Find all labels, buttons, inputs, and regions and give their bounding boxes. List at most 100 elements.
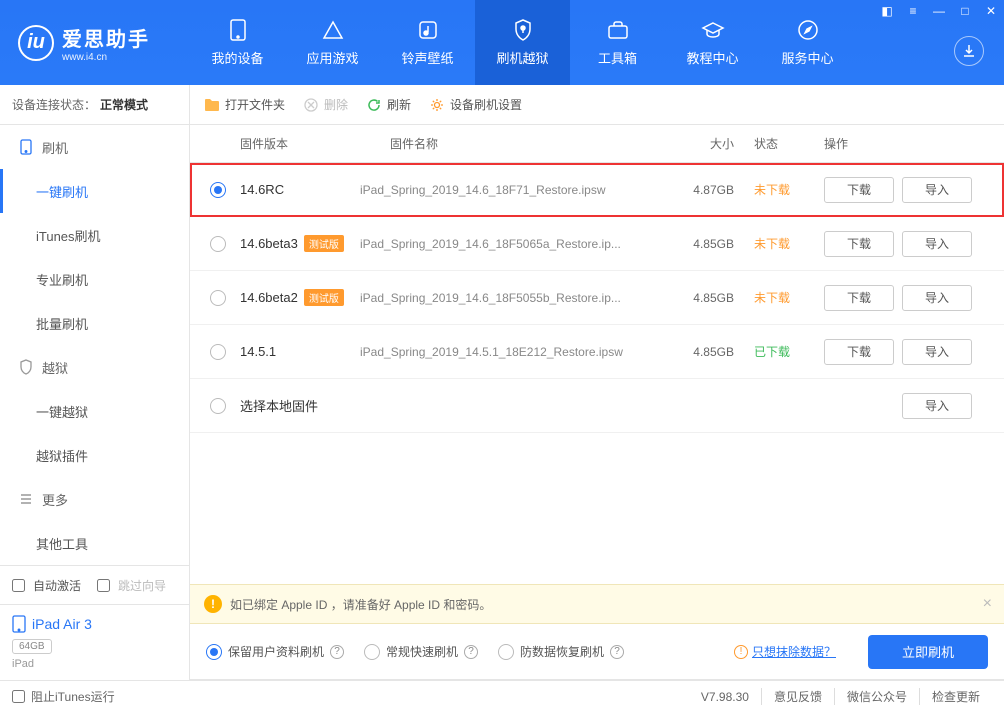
sidebar-category[interactable]: 越狱: [0, 345, 189, 389]
category-icon: [18, 491, 34, 507]
window-theme-icon[interactable]: ◧: [874, 0, 900, 22]
nav-tab-service[interactable]: 服务中心: [760, 0, 855, 85]
notice-close-button[interactable]: ×: [983, 595, 992, 613]
firmware-version: 14.5.1: [240, 344, 360, 359]
device-name[interactable]: iPad Air 3: [12, 615, 177, 633]
app-header: iu 爱思助手 www.i4.cn 我的设备 应用游戏 铃声壁纸 刷机越狱 工具…: [0, 0, 1004, 85]
firmware-row[interactable]: 14.6beta3测试版 iPad_Spring_2019_14.6_18F50…: [190, 217, 1004, 271]
window-maximize-icon[interactable]: □: [952, 0, 978, 22]
open-folder-button[interactable]: 打开文件夹: [204, 96, 285, 113]
firmware-name: iPad_Spring_2019_14.6_18F5055b_Restore.i…: [360, 291, 674, 305]
flash-mode-option[interactable]: 常规快速刷机?: [364, 643, 478, 660]
nav-tab-ringtones[interactable]: 铃声壁纸: [380, 0, 475, 85]
firmware-status: 未下载: [754, 181, 824, 198]
firmware-status: 已下载: [754, 343, 824, 360]
flash-mode-option[interactable]: 保留用户资料刷机?: [206, 643, 344, 660]
delete-button[interactable]: 删除: [303, 96, 348, 113]
sidebar-item[interactable]: 一键刷机: [0, 169, 189, 213]
feedback-link[interactable]: 意见反馈: [761, 688, 834, 705]
firmware-name: iPad_Spring_2019_14.6_18F5065a_Restore.i…: [360, 237, 674, 251]
notice-bar: ! 如已绑定 Apple ID ，请准备好 Apple ID 和密码。 ×: [190, 584, 1004, 624]
window-controls: ◧ ≡ — □ ✕: [874, 0, 1004, 22]
firmware-row[interactable]: 14.5.1 iPad_Spring_2019_14.5.1_18E212_Re…: [190, 325, 1004, 379]
block-itunes-checkbox[interactable]: [12, 690, 25, 703]
import-button[interactable]: 导入: [902, 393, 972, 419]
beta-tag: 测试版: [304, 235, 344, 252]
window-close-icon[interactable]: ✕: [978, 0, 1004, 22]
flash-settings-button[interactable]: 设备刷机设置: [429, 96, 522, 113]
warning-icon: !: [204, 595, 222, 613]
refresh-button[interactable]: 刷新: [366, 96, 411, 113]
sidebar-item[interactable]: 批量刷机: [0, 301, 189, 345]
firmware-version: 14.6RC: [240, 182, 360, 197]
graduation-icon: [701, 18, 725, 42]
import-button[interactable]: 导入: [902, 177, 972, 203]
download-button[interactable]: 下载: [824, 177, 894, 203]
check-update-link[interactable]: 检查更新: [919, 688, 992, 705]
firmware-size: 4.85GB: [674, 237, 754, 251]
sidebar-item[interactable]: 一键越狱: [0, 389, 189, 433]
sidebar-item[interactable]: 越狱插件: [0, 433, 189, 477]
firmware-name: iPad_Spring_2019_14.5.1_18E212_Restore.i…: [360, 345, 674, 359]
sidebar-category[interactable]: 更多: [0, 477, 189, 521]
nav-tab-tools[interactable]: 工具箱: [570, 0, 665, 85]
version-label: V7.98.30: [689, 690, 761, 704]
window-minimize-icon[interactable]: —: [926, 0, 952, 22]
flash-options-bar: 保留用户资料刷机? 常规快速刷机? 防数据恢复刷机? ! 只想抹除数据？ 立即刷机: [190, 624, 1004, 680]
firmware-size: 4.85GB: [674, 291, 754, 305]
music-icon: [416, 18, 440, 42]
flash-now-button[interactable]: 立即刷机: [868, 635, 988, 669]
gear-icon: [429, 97, 445, 113]
select-radio[interactable]: [210, 290, 226, 306]
col-version: 固件版本: [240, 135, 390, 152]
firmware-list: 14.6RC iPad_Spring_2019_14.6_18F71_Resto…: [190, 163, 1004, 584]
nav-tab-apps[interactable]: 应用游戏: [285, 0, 380, 85]
device-info: iPad Air 3 64GB iPad: [0, 604, 189, 680]
sidebar-item[interactable]: 其他工具: [0, 521, 189, 565]
firmware-row[interactable]: 14.6RC iPad_Spring_2019_14.6_18F71_Resto…: [190, 163, 1004, 217]
download-button[interactable]: 下载: [824, 231, 894, 257]
help-icon[interactable]: ?: [330, 645, 344, 659]
sidebar-category[interactable]: 刷机: [0, 125, 189, 169]
col-name: 固件名称: [390, 135, 674, 152]
sync-button[interactable]: [954, 36, 984, 66]
col-size: 大小: [674, 135, 754, 152]
nav-tab-device[interactable]: 我的设备: [190, 0, 285, 85]
flash-mode-option[interactable]: 防数据恢复刷机?: [498, 643, 624, 660]
firmware-size: 4.85GB: [674, 345, 754, 359]
local-firmware-row[interactable]: 选择本地固件 导入: [190, 379, 1004, 433]
nav-tab-flash[interactable]: 刷机越狱: [475, 0, 570, 85]
nav-tab-tutorials[interactable]: 教程中心: [665, 0, 760, 85]
sidebar-item[interactable]: iTunes刷机: [0, 213, 189, 257]
select-radio[interactable]: [210, 182, 226, 198]
sidebar-item[interactable]: 专业刷机: [0, 257, 189, 301]
download-button[interactable]: 下载: [824, 285, 894, 311]
firmware-size: 4.87GB: [674, 183, 754, 197]
help-icon[interactable]: ?: [464, 645, 478, 659]
auto-activate-checkbox[interactable]: [12, 579, 25, 592]
import-button[interactable]: 导入: [902, 339, 972, 365]
import-button[interactable]: 导入: [902, 285, 972, 311]
radio-icon: [206, 644, 222, 660]
window-menu-icon[interactable]: ≡: [900, 0, 926, 22]
firmware-row[interactable]: 14.6beta2测试版 iPad_Spring_2019_14.6_18F50…: [190, 271, 1004, 325]
select-radio[interactable]: [210, 344, 226, 360]
shield-icon: [511, 18, 535, 42]
erase-data-link[interactable]: ! 只想抹除数据？: [734, 643, 836, 660]
select-radio[interactable]: [210, 236, 226, 252]
import-button[interactable]: 导入: [902, 231, 972, 257]
download-button[interactable]: 下载: [824, 339, 894, 365]
skip-guide-checkbox[interactable]: [97, 579, 110, 592]
connection-status: 设备连接状态： 正常模式: [0, 85, 189, 125]
firmware-name: iPad_Spring_2019_14.6_18F71_Restore.ipsw: [360, 183, 674, 197]
category-icon: [18, 359, 34, 375]
firmware-status: 未下载: [754, 235, 824, 252]
select-radio[interactable]: [210, 398, 226, 414]
firmware-version: 14.6beta2测试版: [240, 289, 360, 306]
radio-icon: [498, 644, 514, 660]
help-icon[interactable]: ?: [610, 645, 624, 659]
auto-activate-row: 自动激活 跳过向导: [0, 566, 189, 604]
phone-icon: [226, 18, 250, 42]
category-icon: [18, 139, 34, 155]
wechat-link[interactable]: 微信公众号: [834, 688, 919, 705]
